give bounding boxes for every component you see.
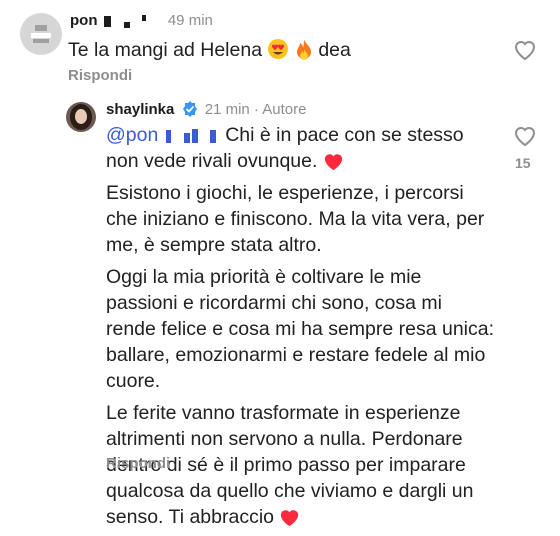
avatar[interactable] [20, 13, 62, 55]
reply-button[interactable]: Rispondi [106, 455, 170, 472]
redaction-mark [103, 15, 146, 29]
like-heart-icon[interactable] [513, 125, 537, 147]
comment-text: Te la mangi ad Helena dea [68, 39, 351, 61]
like-count: 15 [515, 155, 531, 171]
verified-badge-icon [182, 101, 197, 117]
avatar-placeholder-icon [31, 25, 51, 43]
username[interactable]: shaylinka [106, 101, 174, 118]
author-avatar[interactable] [66, 102, 96, 132]
mention-link[interactable]: @pon [106, 124, 158, 146]
reply-header: shaylinka 21 min · Autore [106, 101, 306, 118]
red-heart-emoji-icon [324, 154, 342, 171]
heart-eyes-emoji-icon [268, 39, 289, 59]
like-heart-icon[interactable] [513, 39, 537, 61]
redaction-mark [165, 128, 216, 143]
fire-emoji-icon [296, 39, 311, 60]
reply-text: @pon Chi è in pace con se stesso non ved… [106, 122, 496, 536]
timestamp: 21 min · Autore [204, 101, 307, 118]
reply-paragraph: Oggi la mia priorità è coltivare le mie … [106, 266, 495, 392]
username[interactable]: pon [70, 12, 98, 29]
reply-button[interactable]: Rispondi [68, 67, 132, 84]
timestamp: 49 min [167, 12, 213, 29]
reply-paragraph: @pon Chi è in pace con se stesso non ved… [106, 124, 464, 172]
red-heart-emoji-icon [281, 510, 299, 527]
reply-paragraph: Esistono i giochi, le esperienze, i perc… [106, 182, 485, 256]
comment-header: pon 49 min [70, 12, 213, 29]
